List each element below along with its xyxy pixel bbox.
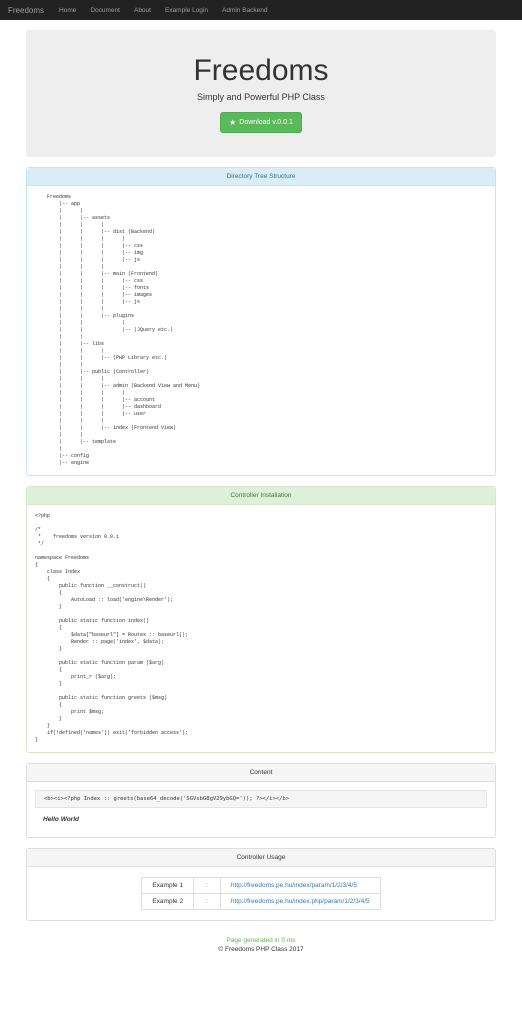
footer-copy: © Freedoms PHP Class 2017: [26, 946, 496, 953]
usage-label-1: Example 1: [142, 878, 194, 894]
usage-table: Example 1 : http://freedoms.pe.hu/index/…: [141, 877, 380, 910]
panel-tree-body: Freedoms |-- app | | | |-- assets | | | …: [27, 186, 495, 475]
nav-link-example-login[interactable]: Example Login: [158, 1, 215, 20]
main-container: Freedoms Simply and Powerful PHP Class ★…: [26, 20, 496, 975]
panel-install: Controller Installation <?php /* * freed…: [26, 486, 496, 753]
nav-link-admin-backend[interactable]: Admin Backend: [215, 1, 275, 20]
colon-icon: :: [204, 898, 210, 905]
usage-label-2: Example 2: [142, 894, 194, 910]
nav-link-about[interactable]: About: [127, 1, 158, 20]
panel-usage-heading: Controller Usage: [27, 849, 495, 867]
panel-usage: Controller Usage Example 1 : http://free…: [26, 848, 496, 921]
navbar: Freedoms Home Document About Example Log…: [0, 0, 522, 20]
panel-install-body: <?php /* * freedoms version 0.0.1 */ nam…: [27, 505, 495, 752]
footer: Page generated in 0 ms © Freedoms PHP Cl…: [26, 931, 496, 965]
content-code: <b><i><?php Index :: greets(base64_decod…: [35, 790, 487, 808]
tree-content: Freedoms |-- app | | | |-- assets | | | …: [35, 194, 487, 467]
download-button[interactable]: ★ Download v.0.0.1: [220, 112, 302, 133]
panel-tree: Directory Tree Structure Freedoms |-- ap…: [26, 167, 496, 476]
star-icon: ★: [229, 118, 236, 127]
usage-link-2[interactable]: http://freedoms.pe.hu/index.php/param/1/…: [231, 898, 370, 905]
table-row: Example 1 : http://freedoms.pe.hu/index/…: [142, 878, 380, 894]
navbar-brand[interactable]: Freedoms: [8, 6, 44, 15]
panel-content-heading: Content: [27, 764, 495, 782]
usage-link-1[interactable]: http://freedoms.pe.hu/index/param/1/2/3/…: [231, 882, 357, 889]
download-label: Download v.0.0.1: [239, 119, 293, 126]
usage-body: Example 1 : http://freedoms.pe.hu/index/…: [27, 867, 495, 920]
content-output: Hello World: [35, 814, 487, 829]
nav-links: Home Document About Example Login Admin …: [52, 1, 275, 20]
colon-icon: :: [204, 882, 210, 889]
nav-link-document[interactable]: Document: [83, 1, 127, 20]
footer-gen: Page generated in 0 ms: [26, 937, 496, 944]
hero-title: Freedoms: [46, 54, 476, 88]
panel-content-body: <b><i><?php Index :: greets(base64_decod…: [27, 782, 495, 837]
panel-tree-heading: Directory Tree Structure: [27, 168, 495, 186]
panel-content: Content <b><i><?php Index :: greets(base…: [26, 763, 496, 838]
nav-link-home[interactable]: Home: [52, 1, 83, 20]
install-content: <?php /* * freedoms version 0.0.1 */ nam…: [35, 513, 487, 744]
hero: Freedoms Simply and Powerful PHP Class ★…: [26, 30, 496, 157]
table-row: Example 2 : http://freedoms.pe.hu/index.…: [142, 894, 380, 910]
panel-install-heading: Controller Installation: [27, 487, 495, 505]
hero-subtitle: Simply and Powerful PHP Class: [46, 92, 476, 102]
